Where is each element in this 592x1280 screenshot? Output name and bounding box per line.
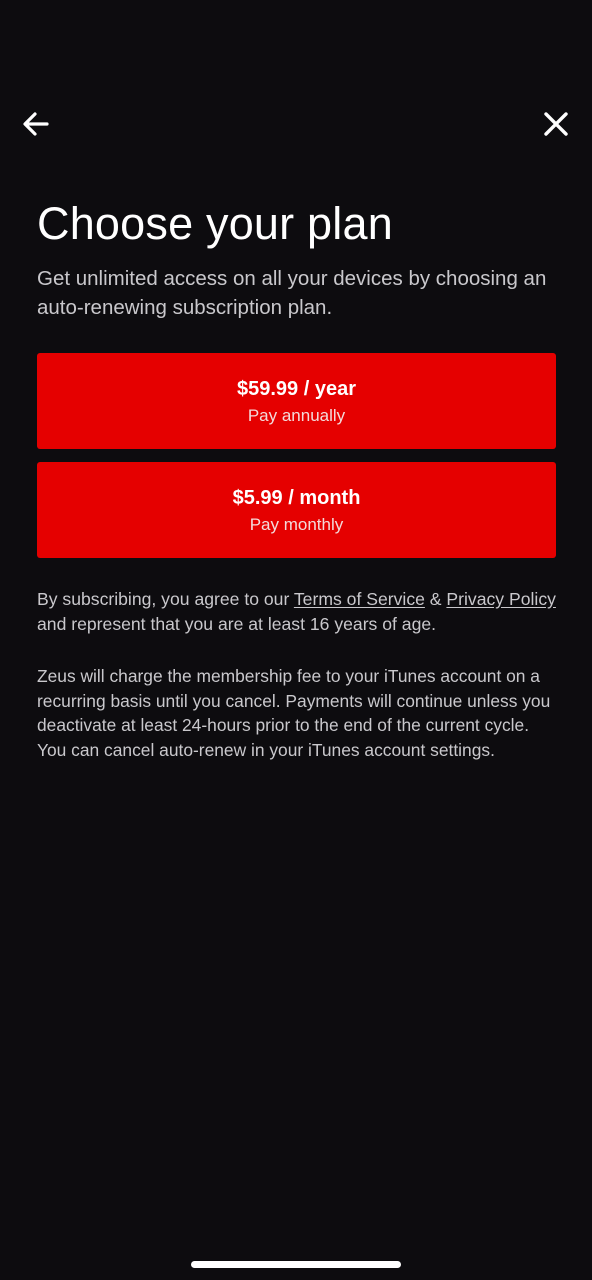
- back-button[interactable]: [16, 104, 56, 144]
- privacy-policy-link[interactable]: Privacy Policy: [446, 589, 556, 609]
- close-icon: [544, 112, 568, 136]
- terms-notice: By subscribing, you agree to our Terms o…: [37, 587, 557, 637]
- terms-joiner: &: [424, 589, 447, 609]
- monthly-plan-price: $5.99 / month: [232, 486, 361, 509]
- close-button[interactable]: [536, 104, 576, 144]
- monthly-plan-caption: Pay monthly: [249, 514, 344, 534]
- terms-prefix: By subscribing, you agree to our: [37, 589, 294, 609]
- home-indicator[interactable]: [191, 1261, 401, 1268]
- terms-suffix: and represent that you are at least 16 y…: [37, 614, 437, 634]
- page-subtitle: Get unlimited access on all your devices…: [37, 267, 547, 319]
- annual-plan-caption: Pay annually: [247, 405, 346, 425]
- page-title: Choose your plan: [37, 198, 393, 249]
- terms-of-service-link[interactable]: Terms of Service: [294, 589, 425, 609]
- annual-plan-price: $59.99 / year: [237, 377, 356, 400]
- arrow-left-icon: [23, 112, 49, 136]
- monthly-plan-button[interactable]: $5.99 / month Pay monthly: [37, 462, 556, 558]
- annual-plan-button[interactable]: $59.99 / year Pay annually: [37, 353, 556, 449]
- billing-info: Zeus will charge the membership fee to y…: [37, 666, 551, 760]
